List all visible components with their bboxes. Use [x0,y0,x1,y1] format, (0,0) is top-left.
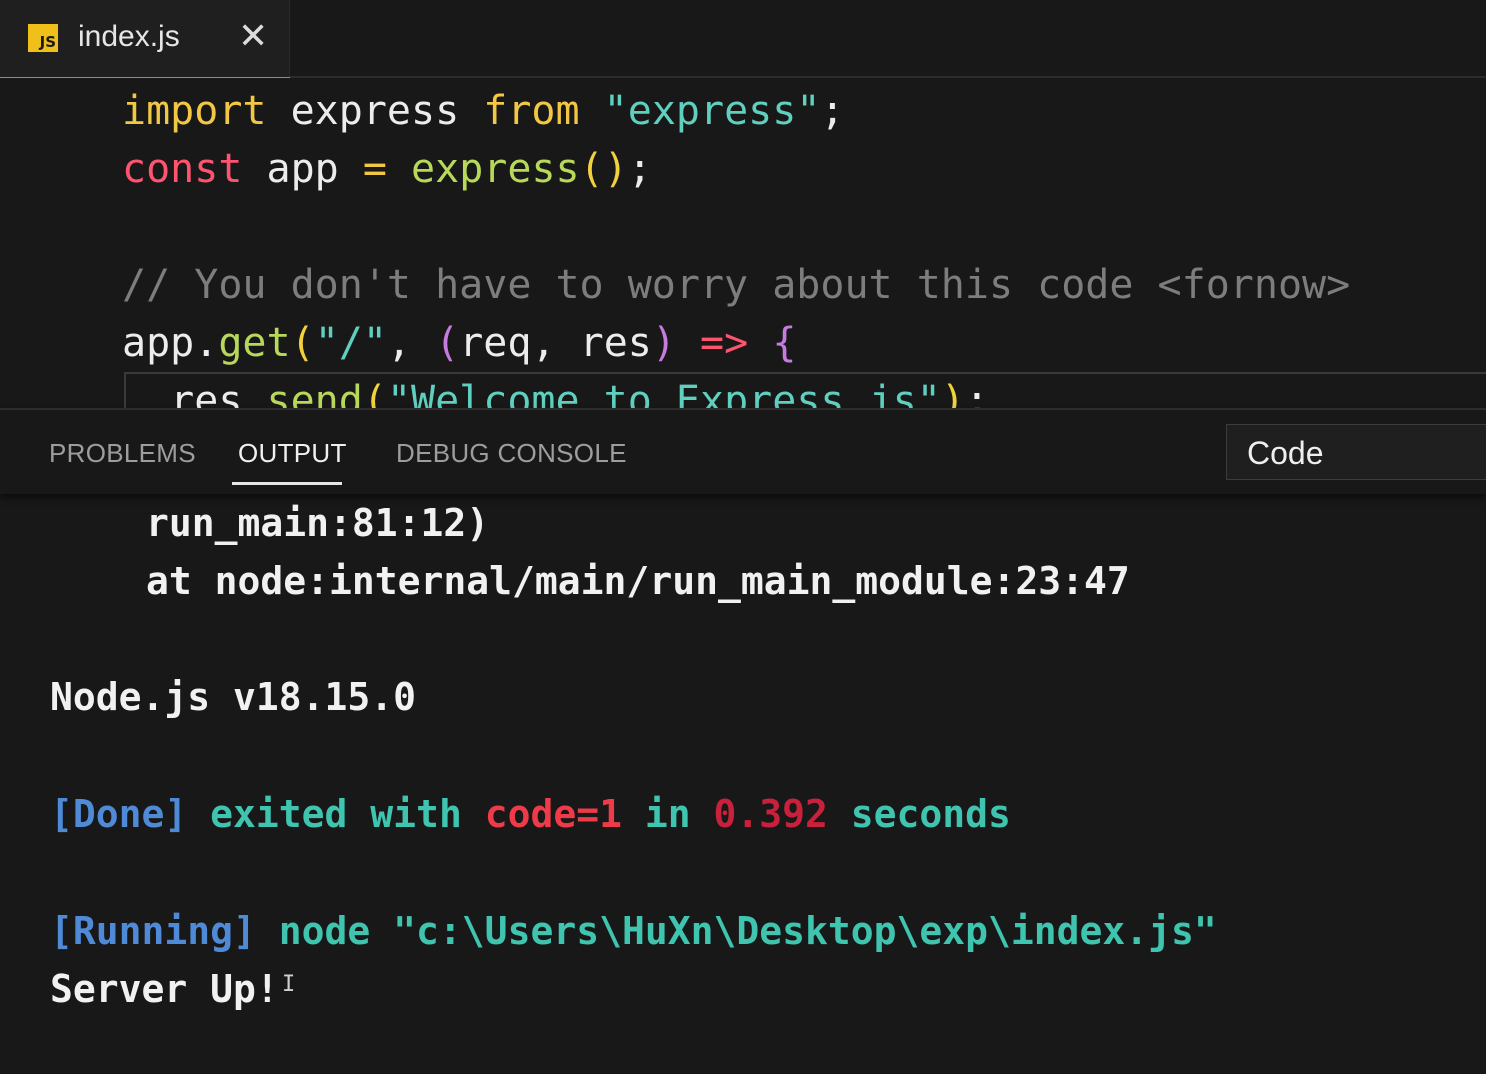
dot: . [194,320,219,366]
done-line: [Done] exited with code=1 in 0.392 secon… [50,789,1011,839]
close-icon[interactable]: ✕ [238,16,268,56]
done-tag: [Done] [50,792,188,836]
paren-close: ) [651,320,676,366]
running-command: node "c:\Users\HuXn\Desktop\exp\index.js… [255,909,1217,953]
paren-open: ( [362,378,387,408]
output-channel-select[interactable]: Code [1226,424,1486,480]
semicolon: ; [964,378,990,408]
code-line-6: res.send("Welcome to Express.js"); [122,372,989,408]
code-line-2: const app = express(); [122,140,652,198]
tab-index-js[interactable]: JS index.js ✕ [0,0,290,80]
tab-debug-console[interactable]: DEBUG CONSOLE [396,438,627,469]
semicolon: ; [820,88,845,134]
code-line-5: app.get("/", (req, res) => { [122,314,796,372]
keyword-from: from [483,88,580,134]
javascript-file-icon: JS [28,24,58,52]
running-tag: [Running] [50,909,256,953]
tab-output[interactable]: OUTPUT [238,438,347,469]
active-panel-tab-indicator [232,482,342,485]
output-line: at node:internal/main/run_main_module:23… [146,559,1130,603]
output-pane[interactable]: run_main:81:12) at node:internal/main/ru… [0,494,1486,1074]
operator: = [362,146,387,192]
dot: . [242,378,267,408]
arrow-operator: => [700,320,749,366]
keyword-import: import [122,88,267,134]
paren-close: ) [940,378,965,408]
paren-open: ( [435,320,460,366]
string-literal: "express" [603,88,821,134]
identifier: res [170,378,243,408]
code-comment: // You don't have to worry about this co… [122,262,1351,308]
method-name: send [266,378,363,408]
running-line: [Running] node "c:\Users\HuXn\Desktop\ex… [50,906,1217,956]
params: req, res [459,320,652,366]
paren-open: ( [290,320,315,366]
code-line-1: import express from "express"; [122,82,845,140]
exit-code: code=1 [484,792,622,836]
done-text: in [621,792,714,836]
output-line: Server Up! [50,967,279,1011]
output-line: Node.js v18.15.0 [50,675,417,719]
editor-tab-bar: JS index.js ✕ [0,0,1486,80]
function-call: express [411,146,580,192]
tab-problems[interactable]: PROBLEMS [49,438,196,469]
done-text: exited with [187,792,485,836]
done-text: seconds [827,792,1011,836]
semicolon: ; [627,146,652,192]
text-cursor-icon: I [282,972,296,997]
identifier: app [242,146,363,192]
brace-open: { [772,320,797,366]
panel-header: PROBLEMS OUTPUT DEBUG CONSOLE Code [0,408,1486,494]
identifier: express [266,88,484,134]
keyword-const: const [122,146,243,192]
comma: , [386,320,436,366]
method-name: get [218,320,291,366]
string-literal: "/" [314,320,387,366]
identifier: app [122,320,195,366]
elapsed-time: 0.392 [713,792,828,836]
output-line: run_main:81:12) [146,501,490,545]
parens: () [579,146,628,192]
code-editor[interactable]: import express from "express"; const app… [0,78,1486,408]
js-icon-label: JS [39,33,56,51]
tab-title: index.js [78,20,180,53]
string-literal: "Welcome to Express.js" [386,378,941,408]
